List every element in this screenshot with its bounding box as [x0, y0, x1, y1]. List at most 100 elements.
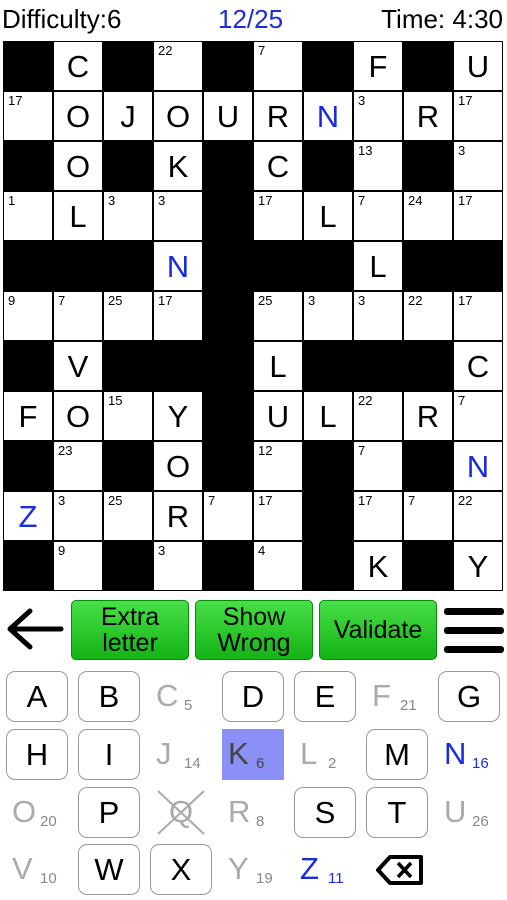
grid-cell[interactable]: 17 [453, 191, 503, 241]
grid-cell[interactable]: 25 [253, 291, 303, 341]
grid-cell[interactable]: 23 [53, 441, 103, 491]
grid-cell[interactable]: 17 [253, 191, 303, 241]
grid-cell[interactable]: Y [153, 391, 203, 441]
grid-cell[interactable]: 17 [453, 291, 503, 341]
grid-cell[interactable]: Y [453, 541, 503, 591]
grid-cell[interactable]: N [153, 241, 203, 291]
grid-cell[interactable]: 7 [453, 391, 503, 441]
grid-cell[interactable]: 3 [53, 491, 103, 541]
grid-cell[interactable]: 12 [253, 441, 303, 491]
grid-cell[interactable]: 3 [453, 141, 503, 191]
grid-cell[interactable]: 3 [353, 291, 403, 341]
grid-cell[interactable]: U [203, 91, 253, 141]
grid-cell-black [203, 41, 253, 91]
grid-cell[interactable]: 7 [203, 491, 253, 541]
key-q: Q [150, 787, 212, 838]
grid-cell[interactable]: 22 [153, 41, 203, 91]
grid-cell[interactable]: R [253, 91, 303, 141]
key-i[interactable]: I [78, 729, 140, 780]
grid-cell[interactable]: 24 [403, 191, 453, 241]
grid-cell-black [303, 491, 353, 541]
show-wrong-button[interactable]: Show Wrong [195, 600, 313, 660]
left-arrow-icon[interactable] [4, 606, 64, 652]
grid-cell[interactable]: N [453, 441, 503, 491]
grid-cell[interactable]: 1 [3, 191, 53, 241]
key-b[interactable]: B [78, 671, 140, 722]
key-g[interactable]: G [438, 671, 500, 722]
grid-cell[interactable]: 7 [353, 191, 403, 241]
grid-cell[interactable]: K [353, 541, 403, 591]
grid-cell[interactable]: 3 [103, 191, 153, 241]
grid-cell[interactable]: C [453, 341, 503, 391]
grid-cell[interactable]: L [53, 191, 103, 241]
key-h[interactable]: H [6, 729, 68, 780]
grid-cell[interactable]: K [153, 141, 203, 191]
grid-cell[interactable]: 3 [153, 191, 203, 241]
grid-cell[interactable]: O [153, 91, 203, 141]
grid-cell[interactable]: U [453, 41, 503, 91]
grid-cell[interactable]: 13 [353, 141, 403, 191]
key-w[interactable]: W [78, 844, 140, 895]
key-a[interactable]: A [6, 671, 68, 722]
key-p[interactable]: P [78, 787, 140, 838]
grid-cell[interactable]: C [253, 141, 303, 191]
key-t[interactable]: T [366, 787, 428, 838]
grid-cell[interactable]: 25 [103, 291, 153, 341]
grid-cell[interactable]: O [53, 91, 103, 141]
backspace-key[interactable] [366, 844, 428, 895]
cell-number: 3 [358, 93, 366, 108]
grid-cell[interactable]: 15 [103, 391, 153, 441]
grid-cell[interactable]: 9 [3, 291, 53, 341]
key-code-number: 21 [400, 697, 417, 714]
key-x[interactable]: X [150, 844, 212, 895]
hamburger-menu-icon[interactable] [444, 606, 504, 654]
grid-cell[interactable]: R [403, 91, 453, 141]
grid-cell[interactable]: L [353, 241, 403, 291]
grid-cell[interactable]: F [353, 41, 403, 91]
grid-cell[interactable]: 17 [453, 91, 503, 141]
cell-number: 3 [158, 543, 166, 558]
grid-cell[interactable]: J [103, 91, 153, 141]
grid-cell[interactable]: 22 [403, 291, 453, 341]
grid-cell[interactable]: 3 [153, 541, 203, 591]
grid-cell[interactable]: 22 [453, 491, 503, 541]
key-k[interactable]: K6 [222, 729, 284, 780]
key-s[interactable]: S [294, 787, 356, 838]
grid-cell[interactable]: 17 [153, 291, 203, 341]
grid-cell[interactable]: 3 [303, 291, 353, 341]
grid-cell[interactable]: O [53, 391, 103, 441]
grid-cell[interactable]: L [303, 391, 353, 441]
grid-cell[interactable]: 7 [253, 41, 303, 91]
grid-cell[interactable]: U [253, 391, 303, 441]
key-d[interactable]: D [222, 671, 284, 722]
grid-cell[interactable]: 7 [353, 441, 403, 491]
grid-cell-black [3, 541, 53, 591]
grid-cell[interactable]: V [53, 341, 103, 391]
grid-cell[interactable]: 17 [3, 91, 53, 141]
grid-cell[interactable]: N [303, 91, 353, 141]
grid-cell[interactable]: 3 [353, 91, 403, 141]
extra-letter-button[interactable]: Extra letter [71, 600, 189, 660]
grid-cell[interactable]: O [153, 441, 203, 491]
grid-cell[interactable]: Z [3, 491, 53, 541]
grid-cell[interactable]: F [3, 391, 53, 441]
grid-cell[interactable]: 22 [353, 391, 403, 441]
grid-cell[interactable]: 17 [353, 491, 403, 541]
validate-button[interactable]: Validate [319, 600, 437, 660]
grid-cell[interactable]: 9 [53, 541, 103, 591]
difficulty-label: Difficulty:6 [2, 4, 122, 34]
key-e[interactable]: E [294, 671, 356, 722]
grid-cell[interactable]: 17 [253, 491, 303, 541]
grid-cell[interactable]: R [153, 491, 203, 541]
grid-cell[interactable]: C [53, 41, 103, 91]
grid-cell[interactable]: 7 [403, 491, 453, 541]
grid-cell[interactable]: 7 [53, 291, 103, 341]
grid-cell[interactable]: L [253, 341, 303, 391]
grid-cell[interactable]: R [403, 391, 453, 441]
grid-cell[interactable]: L [303, 191, 353, 241]
grid-cell[interactable]: 4 [253, 541, 303, 591]
key-code-number: 19 [256, 870, 273, 887]
key-m[interactable]: M [366, 729, 428, 780]
grid-cell[interactable]: 25 [103, 491, 153, 541]
grid-cell[interactable]: O [53, 141, 103, 191]
